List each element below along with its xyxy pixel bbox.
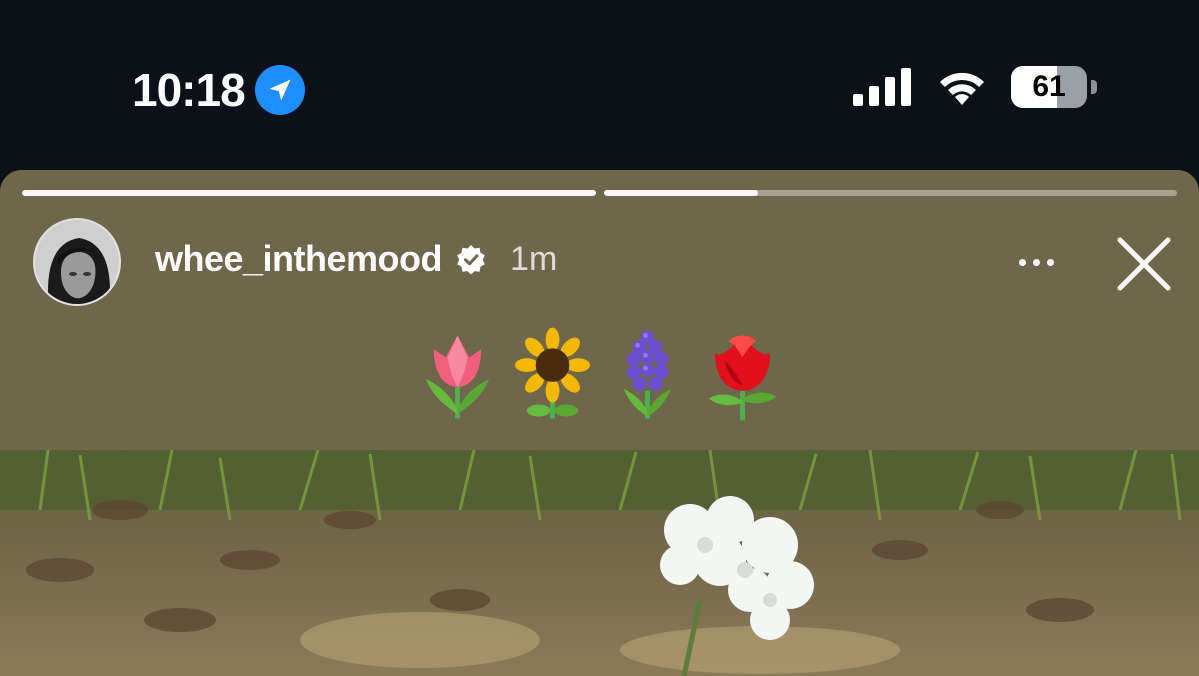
- hyacinth-emoji-icon: [623, 330, 672, 419]
- wifi-icon: [940, 72, 984, 105]
- story-progress-bar: [22, 190, 1177, 196]
- more-horizontal-icon: [1018, 258, 1026, 266]
- avatar[interactable]: [33, 218, 121, 306]
- battery-indicator: 61: [1011, 66, 1097, 108]
- more-options-button[interactable]: [1008, 240, 1064, 284]
- location-arrow-icon: [254, 65, 305, 115]
- sunflower-emoji-icon: [515, 327, 590, 419]
- story-time-ago: 1m: [510, 239, 558, 278]
- story-viewer-screen: 10:18 61 whee_inthemood 1m: [0, 0, 1199, 676]
- story-author-row: whee_inthemood 1m: [155, 238, 557, 280]
- status-time: 10:18: [132, 64, 246, 116]
- username[interactable]: whee_inthemood: [155, 238, 443, 280]
- status-icons: 61: [853, 66, 1097, 108]
- tulip-emoji-icon: [425, 335, 490, 419]
- status-bar: 10:18 61: [0, 0, 1199, 170]
- time-group: 10:18: [132, 62, 305, 118]
- close-button[interactable]: [1112, 232, 1176, 296]
- progress-segment: [22, 190, 596, 196]
- story-panel[interactable]: whee_inthemood 1m: [0, 170, 1199, 676]
- close-icon: [1117, 237, 1171, 291]
- verified-badge-icon: [457, 245, 485, 274]
- battery-level-text: 61: [1032, 70, 1066, 103]
- progress-segment: [603, 190, 1177, 196]
- story-photo: [0, 450, 1199, 676]
- cellular-signal-icon: [853, 68, 911, 106]
- emoji-sticker-row: [420, 325, 780, 425]
- rose-emoji-icon: [708, 335, 777, 421]
